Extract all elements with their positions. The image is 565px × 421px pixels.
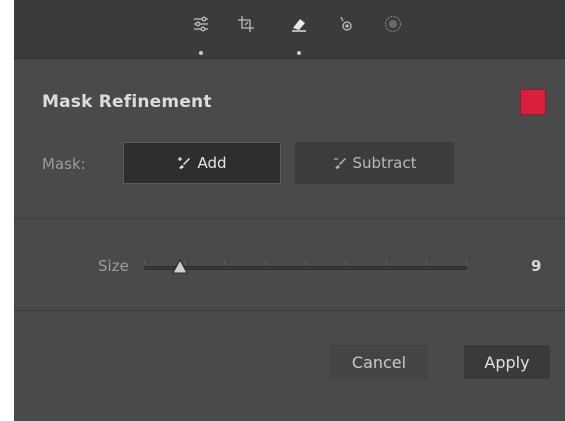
crop-icon bbox=[238, 16, 254, 32]
tool-sliders[interactable] bbox=[189, 14, 213, 55]
tool-redeye[interactable] bbox=[334, 14, 358, 40]
size-value: 9 bbox=[531, 257, 542, 275]
slider-tick bbox=[305, 260, 306, 265]
eraser-icon bbox=[292, 19, 306, 32]
mask-add-button[interactable]: Add bbox=[123, 142, 281, 184]
sliders-icon bbox=[194, 16, 208, 32]
slider-tick bbox=[426, 260, 427, 265]
app-frame: Mask Refinement Mask: Add Subtract Size bbox=[14, 0, 565, 421]
cancel-button[interactable]: Cancel bbox=[330, 345, 428, 379]
mask-refinement-panel: Mask Refinement Mask: Add Subtract Size bbox=[14, 59, 565, 421]
active-indicator-dot bbox=[199, 51, 203, 55]
slider-tick bbox=[466, 260, 467, 265]
slider-tick bbox=[386, 260, 387, 265]
mask-color-swatch[interactable] bbox=[520, 89, 546, 115]
redeye-icon bbox=[340, 16, 352, 31]
active-indicator-dot bbox=[297, 51, 301, 55]
slider-thumb[interactable] bbox=[171, 258, 188, 275]
slider-tick bbox=[144, 260, 145, 265]
size-slider[interactable] bbox=[144, 258, 467, 277]
apply-button[interactable]: Apply bbox=[464, 345, 550, 379]
slider-tick bbox=[345, 260, 346, 265]
tool-crop[interactable] bbox=[234, 14, 258, 40]
size-label: Size bbox=[98, 257, 129, 275]
tool-strip bbox=[14, 0, 565, 59]
mask-add-label: Add bbox=[197, 154, 227, 172]
tool-radial-filter[interactable] bbox=[381, 14, 405, 40]
slider-tick bbox=[224, 260, 225, 265]
slider-tick bbox=[265, 260, 266, 265]
panel-title: Mask Refinement bbox=[42, 92, 212, 112]
radial-filter-icon bbox=[384, 15, 402, 33]
tool-eraser[interactable] bbox=[287, 14, 311, 55]
mask-label: Mask: bbox=[42, 155, 86, 173]
brush-add-icon bbox=[178, 157, 191, 169]
brush-subtract-icon bbox=[333, 158, 346, 169]
mask-subtract-label: Subtract bbox=[352, 154, 417, 172]
divider bbox=[14, 218, 565, 219]
divider bbox=[14, 310, 565, 311]
slider-track bbox=[144, 266, 467, 270]
mask-subtract-button[interactable]: Subtract bbox=[295, 142, 454, 184]
